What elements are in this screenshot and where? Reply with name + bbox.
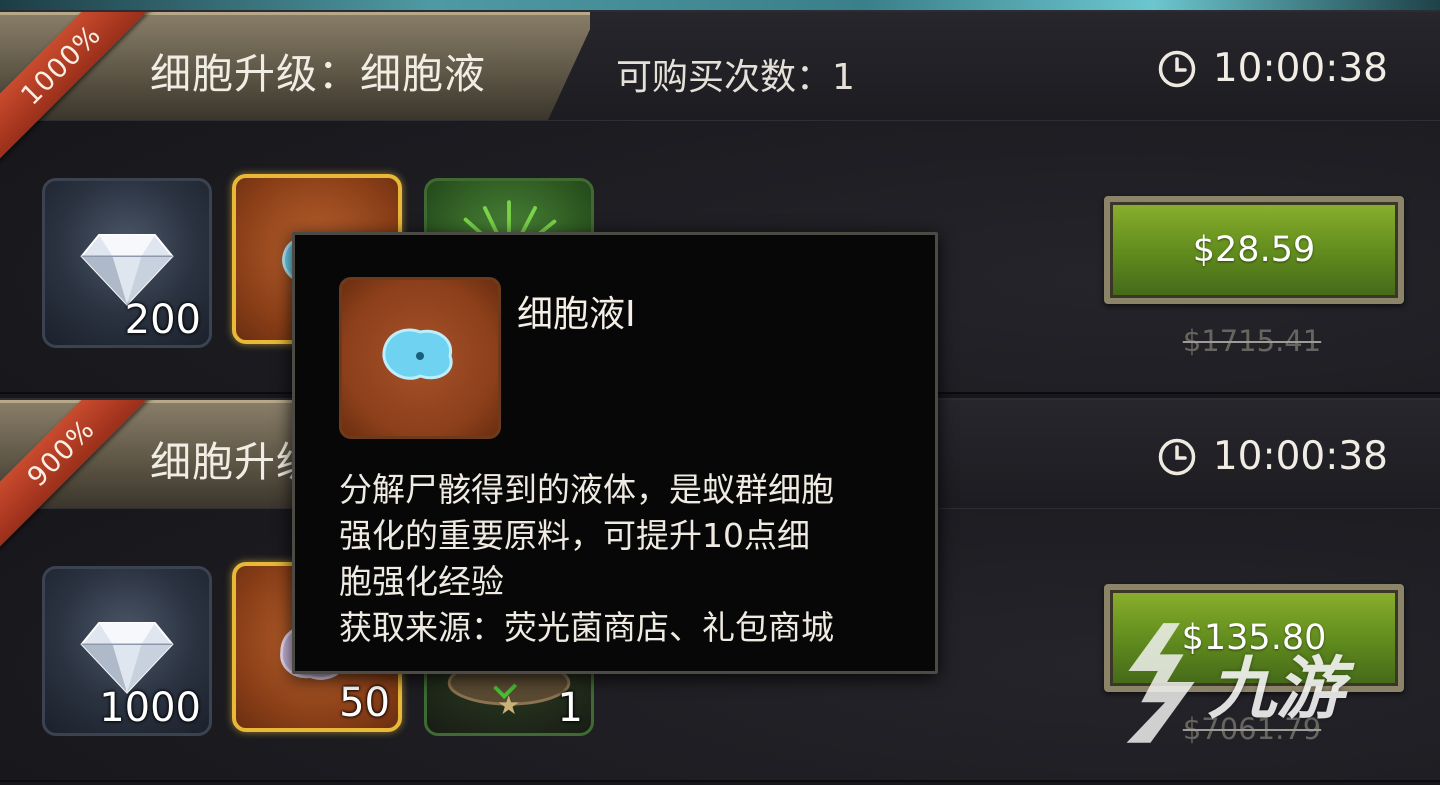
item-tooltip: 细胞液I 分解尸骸得到的液体，是蚁群细胞 强化的重要原料，可提升10点细 胞强化… — [292, 232, 938, 674]
reward-item-diamond[interactable]: 200 — [42, 178, 212, 348]
item-quantity: 50 — [339, 680, 390, 726]
original-price: $1715.41 — [1182, 324, 1322, 358]
watermark-logo: 九游 — [1110, 612, 1400, 752]
tooltip-source-line: 获取来源：荧光菌商店、礼包商城 — [339, 608, 834, 647]
item-quantity: 1 — [557, 685, 583, 731]
watermark-text: 九游 — [1208, 649, 1345, 729]
tooltip-description-line: 分解尸骸得到的液体，是蚁群细胞 — [339, 470, 834, 509]
clock-icon — [1158, 438, 1196, 475]
cell-fluid-icon — [382, 328, 453, 380]
nine-game-logo-icon — [1126, 623, 1195, 743]
reward-item-diamond[interactable]: 1000 — [42, 566, 212, 736]
top-banner-strip — [0, 0, 1440, 10]
clock-icon — [1158, 50, 1196, 87]
offer-timer: 10:00:38 — [1157, 434, 1388, 479]
star-icon: ★ — [497, 691, 521, 721]
item-quantity: 200 — [124, 297, 201, 343]
tooltip-item-name: 细胞液I — [517, 294, 636, 335]
offer-title: 细胞升级：细胞液 — [150, 50, 486, 98]
tooltip-description-line: 胞强化经验 — [339, 562, 504, 601]
tooltip-description: 分解尸骸得到的液体，是蚁群细胞 强化的重要原料，可提升10点细 胞强化经验 获取… — [339, 467, 919, 651]
timer-text: 10:00:38 — [1212, 434, 1388, 479]
timer-text: 10:00:38 — [1212, 46, 1388, 91]
item-quantity: 1000 — [99, 685, 201, 731]
offer-timer: 10:00:38 — [1157, 46, 1388, 91]
buy-button[interactable]: $28.59 — [1104, 196, 1404, 304]
purchase-count: 可购买次数：1 — [616, 57, 855, 98]
tooltip-description-line: 强化的重要原料，可提升10点细 — [339, 516, 810, 555]
tooltip-item-frame — [339, 277, 501, 439]
